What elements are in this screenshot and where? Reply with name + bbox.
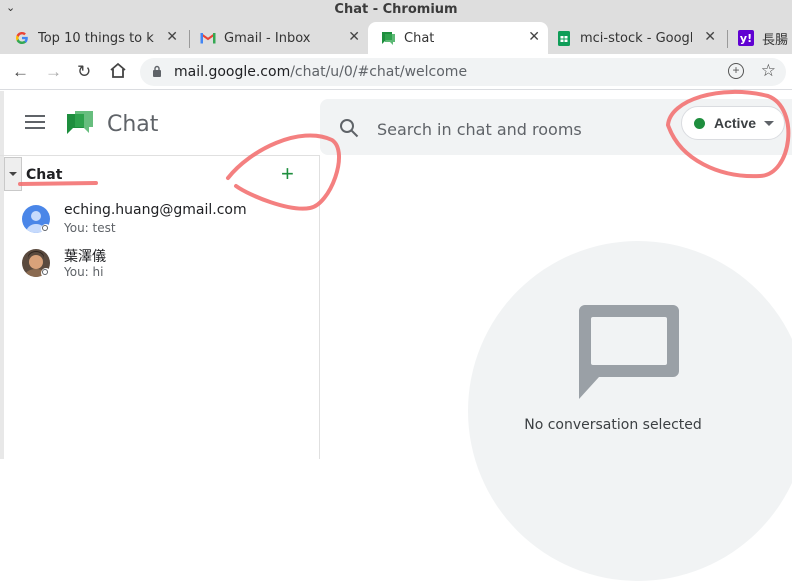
status-label: Active [714,115,757,131]
google-chat-logo-icon [67,111,93,134]
google-g-icon [14,30,30,46]
conversation-item[interactable]: eching.huang@gmail.com You: test [0,199,319,243]
conversation-item[interactable]: 葉澤儀 You: hi [0,243,319,287]
window-title-bar: ⌄ Chat - Chromium [0,0,792,18]
home-icon[interactable] [109,61,127,84]
yahoo-icon: y! [738,30,754,46]
close-tab-icon[interactable]: ✕ [348,29,360,45]
chevron-down-icon [764,120,775,126]
conversation-snippet: You: hi [64,265,104,279]
browser-toolbar: ← → ↻ mail.google.com/chat/u/0/#chat/wel… [0,54,792,90]
back-arrow-icon[interactable]: ← [12,62,29,82]
tab-gmail[interactable]: Gmail - Inbox ✕ [200,22,368,54]
speech-bubble-icon [579,305,679,399]
app-name: Chat [107,112,159,137]
presence-icon [41,224,51,234]
caret-down-icon [9,172,17,176]
tab-google-search[interactable]: Top 10 things to kno ✕ [14,22,186,54]
chat-app: Chat Search in chat and rooms Active Cha… [0,91,792,581]
tab-label: Gmail - Inbox [224,30,311,46]
status-dot-icon [694,117,705,129]
presence-icon [41,268,51,278]
google-chat-icon [380,30,396,46]
window-title: Chat - Chromium [334,2,458,17]
search-icon[interactable] [339,118,359,138]
close-tab-icon[interactable]: ✕ [166,29,178,45]
tab-label: Chat [404,30,435,46]
tab-yahoo[interactable]: y! 長腸 [738,22,792,54]
section-title: Chat [26,167,63,183]
conversation-name: eching.huang@gmail.com [64,202,247,218]
conversation-name: 葉澤儀 [64,249,106,265]
forward-arrow-icon[interactable]: → [45,62,62,82]
empty-state-text: No conversation selected [524,417,702,433]
search-input[interactable]: Search in chat and rooms [377,120,582,139]
tab-label: 長腸 [762,32,789,48]
url-path: /chat/u/0/#chat/welcome [290,64,468,80]
url-host: mail.google.com [174,64,291,80]
tab-google-sheets[interactable]: mci-stock - Google ✕ [556,22,724,54]
google-sheets-icon [556,30,572,46]
tab-label: Top 10 things to kno [38,30,154,46]
bookmark-star-icon[interactable]: ☆ [761,61,776,81]
new-chat-plus-icon[interactable]: + [281,162,294,186]
tab-separator [189,30,190,48]
sidebar-divider [319,155,320,459]
url-text: mail.google.com/chat/u/0/#chat/welcome [174,64,467,80]
gmail-icon [200,30,216,46]
tab-label: mci-stock - Google [580,30,692,46]
status-dropdown[interactable]: Active [681,106,785,140]
address-bar[interactable]: mail.google.com/chat/u/0/#chat/welcome +… [140,58,786,86]
lock-icon [153,65,161,77]
zoom-icon[interactable]: + [728,63,744,79]
tab-chat[interactable]: Chat ✕ [368,22,548,54]
main-menu-icon[interactable] [25,115,47,131]
reload-icon[interactable]: ↻ [77,62,91,82]
tab-strip: Top 10 things to kno ✕ Gmail - Inbox ✕ C… [0,18,792,54]
tab-separator [727,30,728,48]
collapse-section-button[interactable] [4,157,22,191]
sidebar-header-divider [0,155,320,156]
empty-state-circle [468,241,792,581]
close-tab-icon[interactable]: ✕ [704,29,716,45]
conversation-snippet: You: test [64,221,116,235]
close-tab-icon[interactable]: ✕ [528,29,540,45]
